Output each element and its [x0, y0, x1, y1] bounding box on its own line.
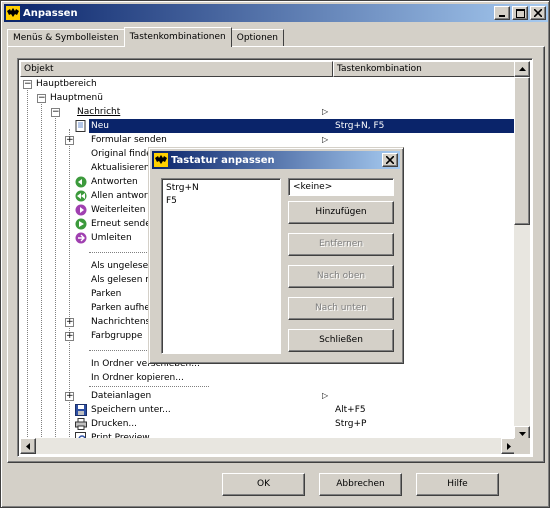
- item-label: Hauptbereich: [36, 79, 97, 89]
- list-item[interactable]: In Ordner kopieren...: [20, 371, 517, 385]
- item-shortcut: Strg+N, F5: [333, 119, 387, 133]
- item-shortcut: Alt+F5: [335, 405, 366, 415]
- save-icon: [75, 404, 87, 416]
- minimize-button[interactable]: [494, 6, 510, 20]
- arrow-right-icon: [507, 442, 511, 450]
- scroll-corner: [514, 438, 530, 454]
- shortcut-list-item[interactable]: Strg+N: [166, 182, 276, 195]
- close-icon: [534, 9, 542, 17]
- bat-icon: [6, 6, 20, 20]
- resend-icon: [75, 218, 87, 230]
- item-label: Antworten: [91, 177, 138, 187]
- submenu-arrow-icon: ▷: [322, 135, 329, 144]
- column-header-object[interactable]: Objekt: [20, 61, 333, 77]
- collapse-icon[interactable]: −: [37, 94, 46, 103]
- add-button[interactable]: Hinzufügen: [288, 201, 394, 224]
- item-label: Als ungelesen: [91, 261, 154, 271]
- item-label: Farbgruppe: [91, 331, 143, 341]
- list-item[interactable]: + Formular senden ▷: [20, 133, 517, 147]
- shortcut-list-item[interactable]: F5: [166, 195, 276, 208]
- list-header: Objekt Tastenkombination: [20, 61, 517, 77]
- ok-button[interactable]: OK: [222, 473, 305, 496]
- item-label: Nachrichtenst: [91, 317, 154, 327]
- maximize-button[interactable]: [512, 6, 528, 20]
- expand-icon[interactable]: +: [65, 332, 74, 341]
- submenu-arrow-icon: ▷: [322, 107, 329, 116]
- remove-button[interactable]: Entfernen: [288, 233, 394, 256]
- minimize-icon: [499, 15, 505, 17]
- shortcut-capture-field[interactable]: [288, 178, 394, 196]
- arrow-down-icon: [518, 432, 526, 436]
- list-item[interactable]: Speichern unter... Alt+F5: [20, 403, 517, 417]
- expand-icon[interactable]: +: [65, 392, 74, 401]
- customize-window: Anpassen Menüs & Symbolleisten Tastenkom…: [0, 0, 550, 508]
- expand-icon[interactable]: +: [65, 318, 74, 327]
- item-label: Neu: [89, 119, 111, 133]
- maximize-icon: [515, 8, 525, 18]
- item-label: Aktualisieren: [91, 163, 150, 173]
- menu-separator: [89, 252, 149, 253]
- tab-strip: Menüs & Symbolleisten Tastenkombinatione…: [7, 27, 285, 47]
- reply-all-icon: [75, 190, 87, 202]
- item-label: Parken aufhe: [91, 303, 150, 313]
- redirect-icon: [75, 232, 87, 244]
- window-title: Anpassen: [23, 7, 78, 19]
- close-icon: [386, 156, 394, 164]
- item-label: In Ordner kopieren...: [91, 373, 184, 383]
- item-label: Weiterleiten: [91, 205, 146, 215]
- reply-icon: [75, 176, 87, 188]
- tab-shortcuts[interactable]: Tastenkombinationen: [123, 27, 232, 47]
- item-label: Speichern unter...: [91, 405, 171, 415]
- assigned-shortcuts-list[interactable]: Strg+N F5: [161, 178, 281, 354]
- item-label: Hauptmenü: [50, 93, 103, 103]
- move-up-button[interactable]: Nach oben: [288, 265, 394, 288]
- column-header-shortcut[interactable]: Tastenkombination: [333, 61, 517, 77]
- item-label: Als gelesen m: [91, 275, 155, 285]
- tab-options[interactable]: Optionen: [230, 29, 285, 47]
- list-item[interactable]: − Nachricht ▷: [20, 105, 517, 119]
- horizontal-scrollbar[interactable]: [20, 438, 517, 454]
- scroll-left-button[interactable]: [20, 438, 36, 454]
- vertical-scroll-thumb[interactable]: [514, 77, 530, 225]
- close-button[interactable]: [530, 6, 546, 20]
- item-label: Dateianlagen: [91, 391, 152, 401]
- collapse-icon[interactable]: −: [51, 108, 60, 117]
- new-message-icon: [75, 120, 86, 132]
- expand-icon[interactable]: +: [65, 136, 74, 145]
- move-down-button[interactable]: Nach unten: [288, 297, 394, 320]
- arrow-up-icon: [518, 67, 526, 71]
- dialog-title: Tastatur anpassen: [171, 154, 275, 166]
- item-label: Umleiten: [91, 233, 132, 243]
- keyboard-customize-dialog: Tastatur anpassen Strg+N F5 Hinzufügen E…: [148, 147, 404, 364]
- help-button[interactable]: Hilfe: [416, 473, 499, 496]
- forward-icon: [75, 204, 87, 216]
- dialog-close-text-button[interactable]: Schließen: [288, 329, 394, 352]
- dialog-close-button[interactable]: [382, 153, 398, 167]
- collapse-icon[interactable]: −: [23, 80, 32, 89]
- title-bar[interactable]: Anpassen: [4, 4, 548, 22]
- item-label: Drucken...: [91, 419, 137, 429]
- item-label: Parken: [91, 289, 122, 299]
- list-item[interactable]: − Hauptmenü: [20, 91, 517, 105]
- list-item[interactable]: − Hauptbereich: [20, 77, 517, 91]
- dialog-title-bar[interactable]: Tastatur anpassen: [152, 151, 400, 169]
- item-label: Formular senden: [91, 135, 167, 145]
- item-shortcut: Strg+P: [335, 419, 367, 429]
- print-icon: [75, 418, 87, 430]
- cancel-button[interactable]: Abbrechen: [319, 473, 402, 496]
- arrow-left-icon: [26, 442, 30, 450]
- list-item[interactable]: + Dateianlagen ▷: [20, 389, 517, 403]
- scroll-up-button[interactable]: [514, 61, 530, 77]
- item-label: Nachricht: [77, 107, 121, 117]
- tab-menus-toolbars[interactable]: Menüs & Symbolleisten: [7, 29, 125, 47]
- list-item[interactable]: Drucken... Strg+P: [20, 417, 517, 431]
- list-item-selected[interactable]: Neu Strg+N, F5: [20, 119, 517, 133]
- bat-icon: [154, 153, 168, 167]
- submenu-arrow-icon: ▷: [322, 391, 329, 400]
- menu-separator: [89, 386, 209, 387]
- selection-highlight: [89, 119, 517, 133]
- vertical-scrollbar[interactable]: [514, 61, 530, 442]
